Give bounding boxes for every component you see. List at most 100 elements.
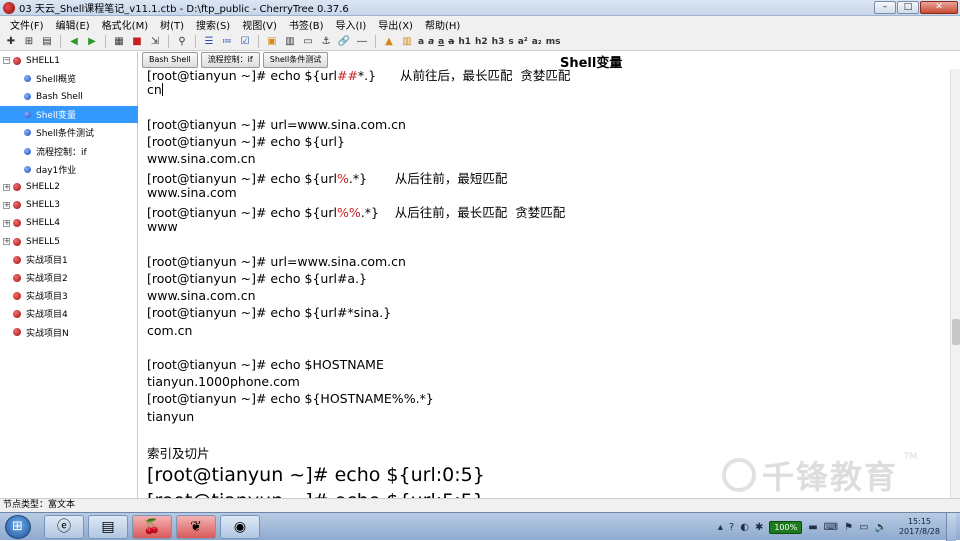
add-subnode-icon[interactable]: ⊞	[22, 35, 36, 48]
menu-export[interactable]: 导出(X)	[372, 17, 419, 32]
clock[interactable]: 15:15 2017/8/28	[899, 517, 940, 537]
start-button[interactable]	[5, 515, 31, 539]
todo-list-icon[interactable]: ☑	[238, 35, 252, 48]
expand-icon[interactable]: +	[3, 219, 10, 227]
help-icon[interactable]: ?	[729, 522, 734, 533]
tab-flow-control-if[interactable]: 流程控制：if	[200, 52, 260, 68]
tab-bash-shell[interactable]: Bash Shell	[142, 52, 198, 68]
close-button[interactable]: ✕	[920, 1, 958, 14]
text-segment: [root@tianyun ~]# echo ${url#*sina.}	[147, 305, 392, 321]
background-color-icon[interactable]: ▥	[400, 35, 414, 48]
firefox-taskbar-icon[interactable]: ◉	[220, 515, 260, 539]
export-icon[interactable]: ⇲	[148, 35, 162, 48]
insert-link-icon[interactable]: 🔗	[337, 35, 351, 48]
search-icon[interactable]: ⚲	[175, 35, 189, 48]
tree-node[interactable]: Shell条件测试	[0, 124, 94, 141]
menu-tree[interactable]: 树(T)	[154, 17, 190, 32]
rich-text-editor[interactable]: [root@tianyun ~]# echo ${url##*.} 从前往后，最…	[140, 69, 950, 498]
explorer-taskbar-icon[interactable]: ▤	[88, 515, 128, 539]
expand-icon[interactable]: +	[3, 201, 10, 209]
small-format-button[interactable]: s	[508, 37, 513, 47]
menu-file[interactable]: 文件(F)	[4, 17, 50, 32]
cherrytree-app-icon	[3, 1, 15, 14]
underline-format-button[interactable]: a	[438, 37, 444, 47]
bold-format-button[interactable]: a	[418, 37, 424, 47]
menu-bookmarks[interactable]: 书签(B)	[283, 17, 330, 32]
keyboard-icon[interactable]: ⌨	[824, 522, 838, 533]
h2-format-button[interactable]: h2	[475, 37, 488, 47]
h1-format-button[interactable]: h1	[458, 37, 471, 47]
tree-node[interactable]: − SHELL1	[0, 52, 60, 69]
tree-node[interactable]: Bash Shell	[0, 88, 83, 105]
node-tree: − SHELL1 Shell概览 Bash Shell Shell变量 Shell条件测试…	[0, 52, 138, 498]
tree-node[interactable]: + SHELL3	[0, 197, 60, 214]
insert-image-icon[interactable]: ▣	[265, 35, 279, 48]
volume-icon[interactable]: 🔈	[875, 522, 887, 533]
tree-node[interactable]: Shell变量	[0, 106, 138, 124]
menu-help[interactable]: 帮助(H)	[419, 17, 466, 32]
text-segment: [root@tianyun ~]# echo ${url#a.}	[147, 271, 368, 287]
subscript-format-button[interactable]: a₂	[532, 37, 542, 47]
tree-node[interactable]: Shell概览	[0, 70, 76, 87]
minimize-button[interactable]: –	[874, 1, 896, 14]
h3-format-button[interactable]: h3	[492, 37, 505, 47]
tree-node[interactable]: day1作业	[0, 161, 76, 178]
power-icon[interactable]: ▬	[808, 522, 817, 533]
go-back-icon[interactable]: ◀	[67, 35, 81, 48]
window-controls: – □ ✕	[874, 1, 958, 14]
horizontal-rule-icon[interactable]: ―	[355, 35, 369, 48]
superscript-format-button[interactable]: a²	[518, 37, 528, 47]
tree-node[interactable]: + SHELL4	[0, 215, 60, 232]
add-node-icon[interactable]: ✚	[4, 35, 18, 48]
text-color-icon[interactable]: ▲	[382, 35, 396, 48]
menu-import[interactable]: 导入(I)	[330, 17, 373, 32]
toolbar-separator	[195, 35, 196, 48]
tree-node[interactable]: 流程控制：if	[0, 143, 87, 160]
go-forward-icon[interactable]: ▶	[85, 35, 99, 48]
flag-icon[interactable]: ⚑	[844, 522, 853, 533]
collapse-icon[interactable]: −	[3, 57, 10, 64]
text-segment: [root@tianyun ~]# url=www.sina.com.cn	[147, 254, 406, 270]
add-sibling-icon[interactable]: ▤	[40, 35, 54, 48]
tab-shell-condition-test[interactable]: Shell条件测试	[262, 52, 329, 68]
menu-format[interactable]: 格式化(M)	[96, 17, 154, 32]
insert-table-icon[interactable]: ▥	[283, 35, 297, 48]
menu-search[interactable]: 搜索(S)	[190, 17, 236, 32]
show-desktop-button[interactable]	[946, 513, 956, 541]
menu-view[interactable]: 视图(V)	[236, 17, 283, 32]
tray-arrow-icon[interactable]: ▴	[718, 522, 723, 533]
tree-node[interactable]: + SHELL2	[0, 179, 60, 196]
display-icon[interactable]: ▭	[859, 522, 868, 533]
bulleted-list-icon[interactable]: ☰	[202, 35, 216, 48]
cherrytree-taskbar-icon[interactable]: 🍒	[132, 515, 172, 539]
tree-node[interactable]: 实战项目3	[0, 287, 68, 304]
text-line: www.sina.com.cn	[147, 151, 256, 166]
node-bullet-icon	[13, 56, 21, 65]
tree-node[interactable]: + SHELL5	[0, 233, 60, 250]
tree-node[interactable]: 实战项目1	[0, 251, 68, 268]
tree-node[interactable]: 实战项目N	[0, 324, 69, 341]
italic-format-button[interactable]: a	[428, 37, 434, 47]
network-icon[interactable]: ◐	[740, 522, 749, 533]
tree-node[interactable]: 实战项目2	[0, 269, 68, 286]
save-icon[interactable]: ■	[130, 35, 144, 48]
expand-icon[interactable]: +	[3, 238, 10, 245]
tree-node-label: Shell概览	[36, 75, 76, 86]
monospace-format-button[interactable]: ms	[546, 37, 561, 47]
editor-scrollbar[interactable]	[950, 69, 960, 498]
menu-edit[interactable]: 编辑(E)	[50, 17, 96, 32]
maximize-button[interactable]: □	[897, 1, 919, 14]
open-file-icon[interactable]: ▦	[112, 35, 126, 48]
strikethrough-format-button[interactable]: a	[448, 37, 454, 47]
scrollbar-thumb[interactable]	[952, 319, 960, 345]
insert-anchor-icon[interactable]: ⚓	[319, 35, 333, 48]
insert-codebox-icon[interactable]: ▭	[301, 35, 315, 48]
numbered-list-icon[interactable]: ≔	[220, 35, 234, 48]
text-segment: 索引及切片	[147, 446, 210, 462]
tree-node[interactable]: 实战项目4	[0, 305, 68, 322]
ie-taskbar-icon[interactable]: ⓔ	[44, 515, 84, 539]
red-app-taskbar-icon[interactable]: ❦	[176, 515, 216, 539]
expand-icon[interactable]: +	[3, 183, 10, 191]
battery-indicator[interactable]: 100%	[769, 520, 803, 534]
bluetooth-icon[interactable]: ✱	[755, 522, 763, 533]
